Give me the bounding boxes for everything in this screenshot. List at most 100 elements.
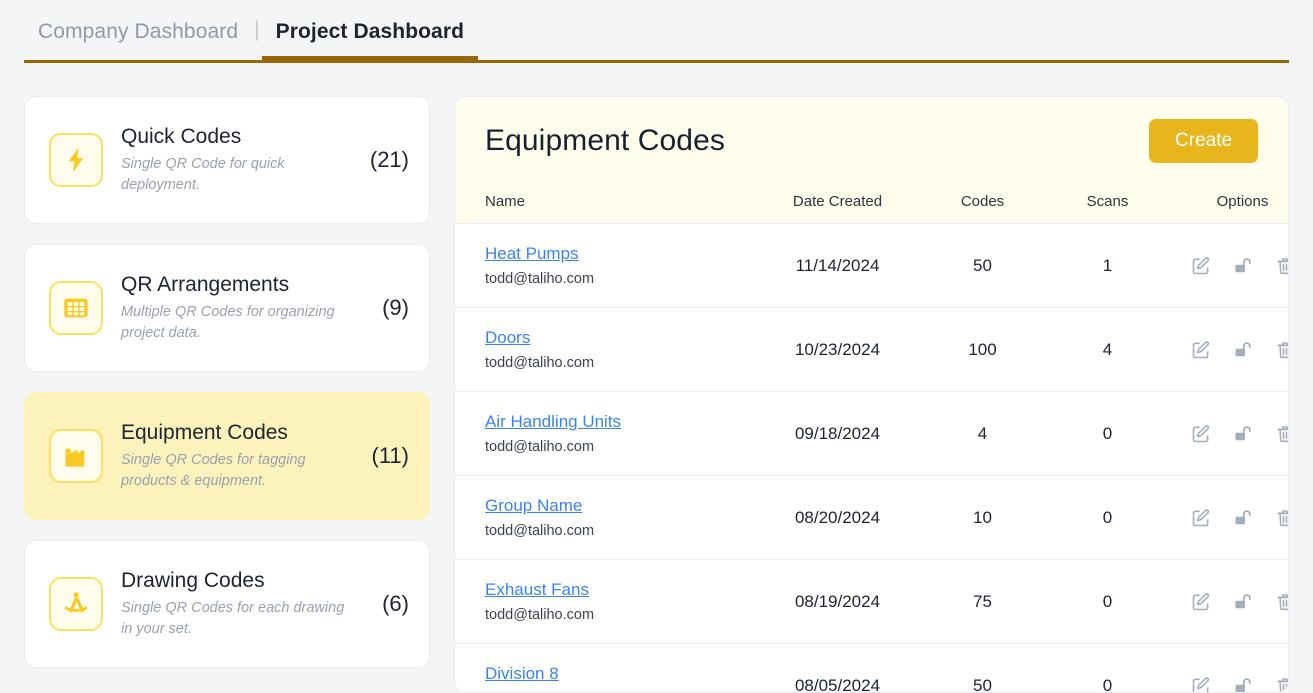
table-row: Division 8 todd@taliho.com 08/05/2024 50…: [455, 643, 1289, 693]
tab-company-dashboard[interactable]: Company Dashboard: [24, 0, 252, 63]
cell-scans: 1: [1045, 223, 1170, 308]
unlock-icon[interactable]: [1232, 339, 1254, 361]
row-name-link[interactable]: Doors: [485, 328, 530, 348]
cell-codes: 75: [920, 559, 1045, 644]
trash-icon[interactable]: [1274, 339, 1289, 361]
cell-options: [1170, 307, 1289, 392]
sidebar-card-drawing-codes[interactable]: Drawing Codes Single QR Codes for each d…: [24, 540, 430, 668]
table-body: Heat Pumps todd@taliho.com 11/14/2024 50…: [455, 223, 1289, 693]
tab-list: Company Dashboard | Project Dashboard: [24, 0, 479, 63]
sidebar-card-equipment-codes[interactable]: Equipment Codes Single QR Codes for tagg…: [24, 392, 430, 520]
edit-icon[interactable]: [1190, 675, 1212, 692]
grid-icon: [49, 281, 103, 335]
row-owner-email: todd@taliho.com: [485, 355, 595, 371]
unlock-icon[interactable]: [1232, 423, 1254, 445]
cell-codes: 10: [920, 475, 1045, 560]
row-options: [1170, 423, 1289, 445]
unlock-icon[interactable]: [1232, 255, 1254, 277]
unlock-icon[interactable]: [1232, 507, 1254, 529]
unlock-icon[interactable]: [1232, 675, 1254, 693]
sidebar-card-title: QR Arrangements: [121, 273, 290, 297]
sidebar-card-description: Single QR Codes for tagging products & e…: [121, 451, 306, 489]
cell-options: [1170, 475, 1289, 560]
column-header-scans[interactable]: Scans: [1045, 183, 1170, 224]
trash-icon[interactable]: [1274, 591, 1289, 613]
cell-codes: 4: [920, 391, 1045, 476]
row-name-link[interactable]: Heat Pumps: [485, 244, 579, 264]
trash-icon[interactable]: [1274, 675, 1289, 692]
tab-project-dashboard[interactable]: Project Dashboard: [261, 0, 479, 63]
cell-date-created: 10/23/2024: [755, 307, 920, 392]
cell-date-created: 08/19/2024: [755, 559, 920, 644]
equipment-codes-panel: Equipment Codes Create Name Date Created…: [454, 96, 1290, 693]
edit-icon[interactable]: [1190, 423, 1212, 445]
sidebar-card-count: (9): [382, 295, 409, 320]
sidebar-card-qr-arrangements[interactable]: QR Arrangements Multiple QR Codes for or…: [24, 244, 430, 372]
table-row: Exhaust Fans todd@taliho.com 08/19/2024 …: [455, 559, 1289, 644]
row-name-link[interactable]: Group Name: [485, 496, 582, 516]
unlock-icon[interactable]: [1232, 591, 1254, 613]
cell-date-created: 09/18/2024: [755, 391, 920, 476]
column-header-codes[interactable]: Codes: [920, 183, 1045, 224]
cell-date-created: 08/05/2024: [755, 643, 920, 692]
trash-icon[interactable]: [1274, 507, 1289, 529]
sidebar-card-description: Multiple QR Codes for organizing project…: [121, 303, 335, 341]
cell-codes: 50: [920, 223, 1045, 308]
sidebar-card-text: Equipment Codes Single QR Codes for tagg…: [121, 420, 354, 491]
cell-options: [1170, 223, 1289, 308]
column-header-date-created[interactable]: Date Created: [755, 183, 920, 224]
row-name-link[interactable]: Air Handling Units: [485, 412, 621, 432]
cell-date-created: 11/14/2024: [755, 223, 920, 308]
cell-options: [1170, 643, 1289, 693]
column-header-name[interactable]: Name: [455, 183, 755, 224]
cell-name: Exhaust Fans todd@taliho.com: [455, 559, 755, 644]
cell-scans: 0: [1045, 391, 1170, 476]
row-options: [1170, 507, 1289, 529]
table-header: Name Date Created Codes Scans Options: [455, 183, 1289, 224]
table-row: Air Handling Units todd@taliho.com 09/18…: [455, 391, 1289, 476]
table-row: Heat Pumps todd@taliho.com 11/14/2024 50…: [455, 223, 1289, 308]
sidebar-card-text: Quick Codes Single QR Code for quick dep…: [121, 124, 352, 195]
dashboard-tabbar: Company Dashboard | Project Dashboard: [0, 0, 1313, 68]
compass-icon: [49, 577, 103, 631]
row-options: [1170, 675, 1289, 693]
cell-codes: 50: [920, 643, 1045, 692]
row-owner-email: todd@taliho.com: [485, 439, 595, 455]
cell-codes: 100: [920, 307, 1045, 392]
cell-scans: 0: [1045, 559, 1170, 644]
cell-name: Air Handling Units todd@taliho.com: [455, 391, 755, 476]
page-title: Equipment Codes: [485, 124, 725, 157]
cell-scans: 0: [1045, 475, 1170, 560]
edit-icon[interactable]: [1190, 339, 1212, 361]
sidebar-card-text: Drawing Codes Single QR Codes for each d…: [121, 568, 364, 639]
edit-icon[interactable]: [1190, 507, 1212, 529]
factory-icon: [49, 429, 103, 483]
cell-name: Group Name todd@taliho.com: [455, 475, 755, 560]
row-options: [1170, 591, 1289, 613]
sidebar-card-description: Single QR Codes for each drawing in your…: [121, 599, 345, 637]
cell-scans: 0: [1045, 643, 1170, 692]
trash-icon[interactable]: [1274, 423, 1289, 445]
create-button[interactable]: Create: [1149, 119, 1259, 163]
table-row: Doors todd@taliho.com 10/23/2024 100 4: [455, 307, 1289, 392]
edit-icon[interactable]: [1190, 255, 1212, 277]
sidebar-card-description: Single QR Code for quick deployment.: [121, 155, 285, 193]
column-header-options: Options: [1170, 183, 1289, 224]
cell-scans: 4: [1045, 307, 1170, 392]
panel-header: Equipment Codes Create: [455, 97, 1289, 183]
row-name-link[interactable]: Exhaust Fans: [485, 580, 589, 600]
tab-separator: |: [254, 17, 260, 41]
cell-name: Division 8 todd@taliho.com: [455, 643, 755, 692]
row-owner-email: todd@taliho.com: [485, 523, 595, 539]
cell-date-created: 08/20/2024: [755, 475, 920, 560]
sidebar-card-title: Quick Codes: [121, 125, 242, 149]
trash-icon[interactable]: [1274, 255, 1289, 277]
row-options: [1170, 255, 1289, 277]
edit-icon[interactable]: [1190, 591, 1212, 613]
sidebar-card-count: (21): [369, 147, 409, 172]
sidebar-card-text: QR Arrangements Multiple QR Codes for or…: [121, 272, 364, 343]
cell-options: [1170, 559, 1289, 644]
cell-name: Doors todd@taliho.com: [455, 307, 755, 392]
row-name-link[interactable]: Division 8: [485, 664, 559, 684]
sidebar-card-quick-codes[interactable]: Quick Codes Single QR Code for quick dep…: [24, 96, 430, 224]
